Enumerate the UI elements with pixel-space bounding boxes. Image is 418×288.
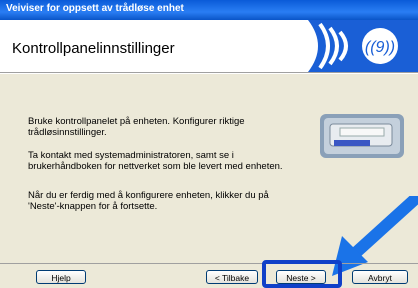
- next-button-highlight: [262, 260, 342, 288]
- wizard-header: Kontrollpanelinnstillinger ((9)): [0, 20, 418, 72]
- help-button[interactable]: Hjelp: [36, 270, 86, 284]
- page-title: Kontrollpanelinnstillinger: [12, 40, 175, 57]
- svg-text:((9)): ((9)): [365, 39, 395, 56]
- window-title: Veiviser for oppsett av trådløse enhet: [6, 3, 184, 14]
- instruction-paragraph-3: Når du er ferdig med å konfigurere enhet…: [28, 190, 269, 212]
- back-button[interactable]: < Tilbake: [206, 270, 258, 284]
- instruction-paragraph-1: Bruke kontrollpanelet på enheten. Konfig…: [28, 116, 245, 138]
- footer-divider: [0, 263, 418, 264]
- cancel-button[interactable]: Avbryt: [352, 270, 408, 284]
- header-divider-highlight: [0, 73, 418, 74]
- wireless-waves-icon: ((9)): [268, 20, 418, 72]
- window-title-bar[interactable]: Veiviser for oppsett av trådløse enhet: [0, 0, 418, 20]
- printer-control-panel-icon: [320, 114, 404, 158]
- instruction-paragraph-2: Ta kontakt med systemadministratoren, sa…: [28, 150, 283, 172]
